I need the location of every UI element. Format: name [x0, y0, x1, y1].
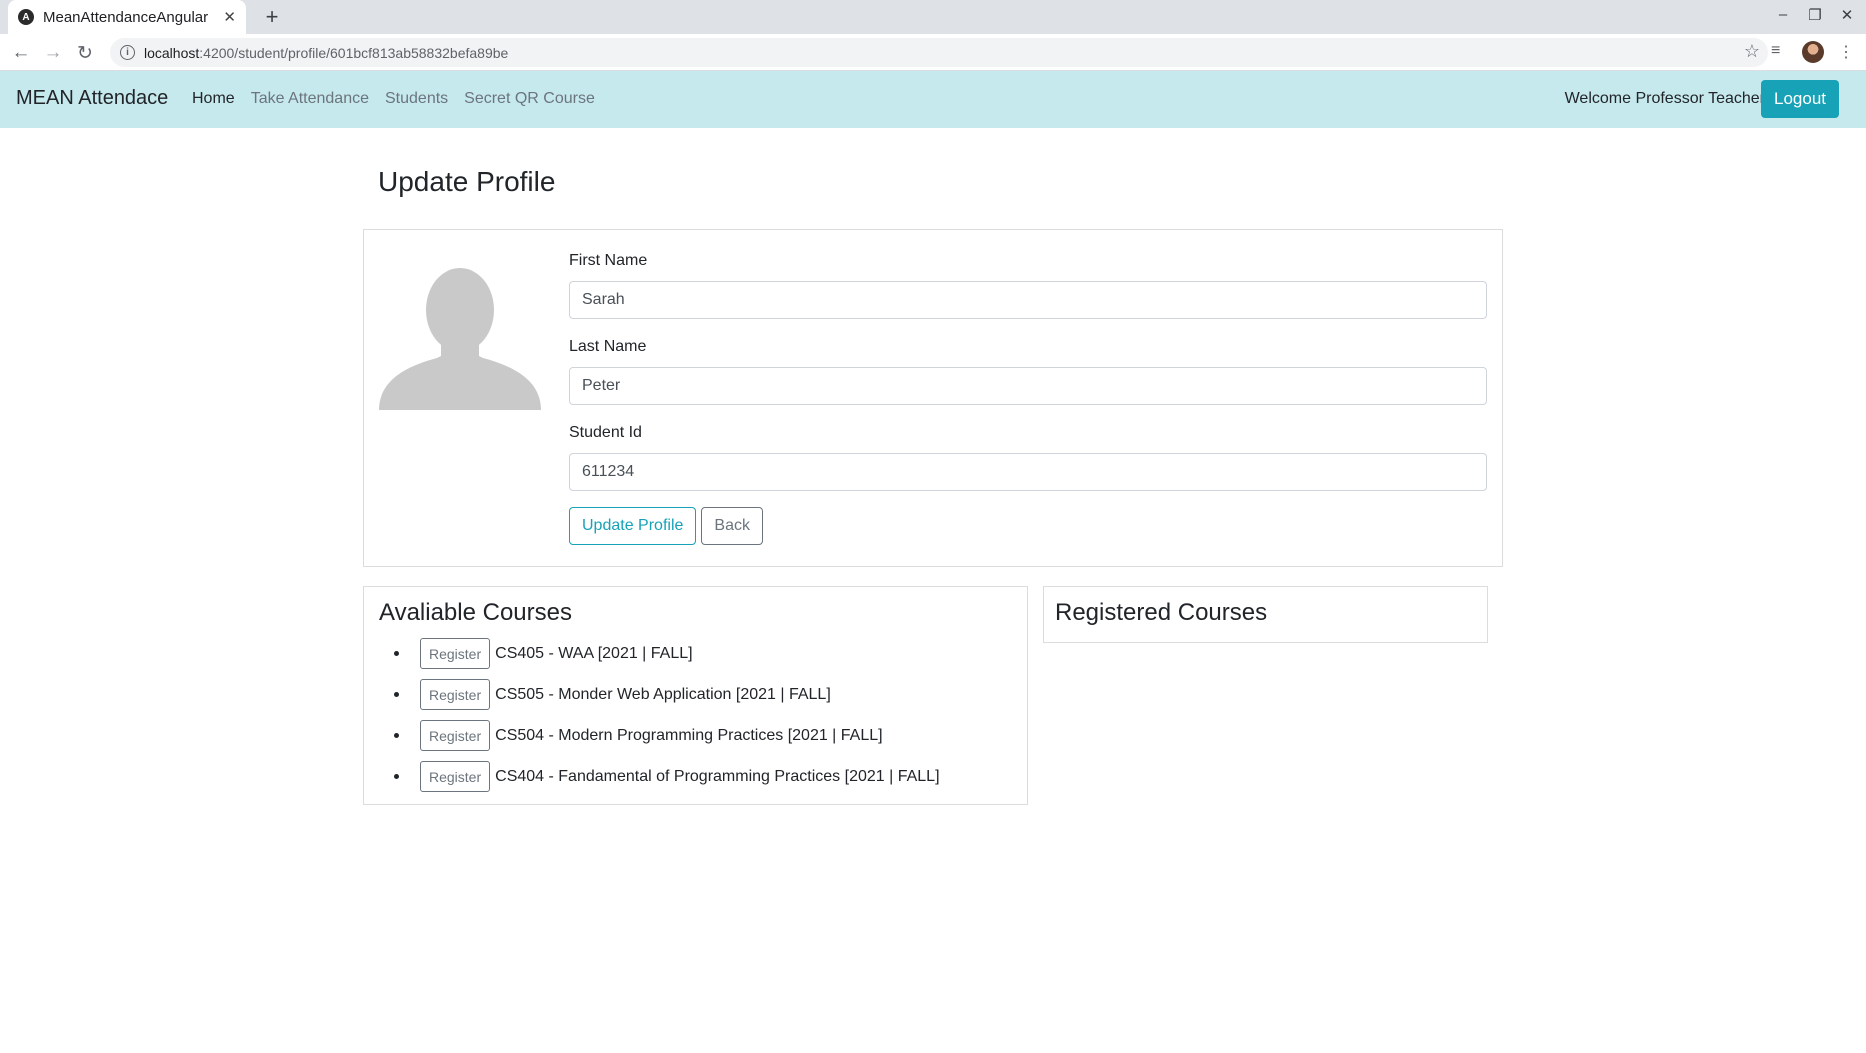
- url-text: localhost:4200/student/profile/601bcf813…: [144, 45, 508, 61]
- bullet: [394, 733, 399, 738]
- form-button-row: Update Profile Back: [569, 507, 1487, 545]
- url-host: localhost: [144, 44, 200, 61]
- site-info-icon[interactable]: i: [120, 45, 135, 60]
- user-silhouette-icon: [379, 268, 541, 410]
- nav-link-students[interactable]: Students: [385, 90, 448, 108]
- register-button[interactable]: Register: [420, 638, 491, 669]
- url-path: :4200/student/profile/601bcf813ab58832be…: [199, 44, 509, 61]
- new-tab-icon[interactable]: +: [258, 3, 286, 31]
- register-button[interactable]: Register: [420, 761, 491, 792]
- reload-icon[interactable]: ↻: [72, 40, 98, 66]
- back-button[interactable]: Back: [701, 507, 763, 545]
- first-name-label: First Name: [569, 252, 648, 269]
- address-bar[interactable]: i localhost:4200/student/profile/601bcf8…: [110, 38, 1768, 67]
- list-item: Register CS505 - Monder Web Application …: [394, 674, 940, 715]
- browser-tab[interactable]: A MeanAttendanceAngular ✕: [8, 0, 246, 34]
- course-name: CS505 - Monder Web Application [2021 | F…: [495, 685, 831, 703]
- app-navbar: MEAN Attendace Home Take Attendance Stud…: [0, 71, 1866, 128]
- course-name: CS405 - WAA [2021 | FALL]: [495, 644, 693, 662]
- profile-avatar-icon[interactable]: [1802, 41, 1824, 63]
- bookmark-star-icon[interactable]: ☆: [1744, 41, 1760, 62]
- restore-icon[interactable]: ❐: [1804, 6, 1826, 24]
- register-button[interactable]: Register: [420, 720, 491, 751]
- nav-link-home[interactable]: Home: [192, 90, 235, 108]
- nav-link-take-attendance[interactable]: Take Attendance: [251, 90, 369, 108]
- list-item: Register CS404 - Fandamental of Programm…: [394, 756, 940, 797]
- minimize-icon[interactable]: –: [1772, 6, 1794, 23]
- close-tab-icon[interactable]: ✕: [223, 8, 236, 26]
- bullet: [394, 692, 399, 697]
- register-button[interactable]: Register: [420, 679, 491, 710]
- last-name-label: Last Name: [569, 338, 647, 355]
- welcome-text: Welcome Professor Teacher: [1564, 90, 1765, 107]
- browser-toolbar: ← → ↻ i localhost:4200/student/profile/6…: [0, 34, 1866, 71]
- student-id-input[interactable]: [569, 453, 1487, 491]
- course-name: CS504 - Modern Programming Practices [20…: [495, 726, 883, 744]
- more-menu-icon[interactable]: ⋮: [1838, 42, 1854, 62]
- available-courses-list: Register CS405 - WAA [2021 | FALL] Regis…: [394, 633, 940, 797]
- last-name-input[interactable]: [569, 367, 1487, 405]
- bullet: [394, 651, 399, 656]
- first-name-input[interactable]: [569, 281, 1487, 319]
- brand-link[interactable]: MEAN Attendace: [16, 87, 168, 110]
- angular-favicon-icon: A: [18, 9, 34, 25]
- page-title: Update Profile: [378, 166, 556, 197]
- forward-arrow-icon[interactable]: →: [40, 40, 66, 66]
- reading-list-icon[interactable]: ≡: [1771, 42, 1780, 60]
- registered-courses-card: Registered Courses: [1043, 586, 1488, 643]
- browser-tab-strip: A MeanAttendanceAngular ✕ + – ❐ ✕: [0, 0, 1866, 34]
- bullet: [394, 774, 399, 779]
- back-arrow-icon[interactable]: ←: [8, 40, 34, 66]
- available-courses-title: Avaliable Courses: [379, 599, 572, 626]
- profile-card: First Name Last Name Student Id Update P…: [363, 229, 1503, 567]
- update-profile-button[interactable]: Update Profile: [569, 507, 697, 545]
- browser-tab-title: MeanAttendanceAngular: [43, 8, 209, 26]
- nav-links: Home Take Attendance Students Secret QR …: [192, 90, 595, 108]
- student-id-label: Student Id: [569, 424, 642, 441]
- list-item: Register CS405 - WAA [2021 | FALL]: [394, 633, 940, 674]
- nav-link-secret-qr-course[interactable]: Secret QR Course: [464, 90, 595, 108]
- profile-form: First Name Last Name Student Id Update P…: [569, 252, 1487, 545]
- registered-courses-title: Registered Courses: [1055, 599, 1268, 626]
- close-window-icon[interactable]: ✕: [1836, 6, 1858, 24]
- list-item: Register CS504 - Modern Programming Prac…: [394, 715, 940, 756]
- available-courses-card: Avaliable Courses Register CS405 - WAA […: [363, 586, 1028, 805]
- logout-button[interactable]: Logout: [1761, 80, 1839, 118]
- course-name: CS404 - Fandamental of Programming Pract…: [495, 767, 940, 785]
